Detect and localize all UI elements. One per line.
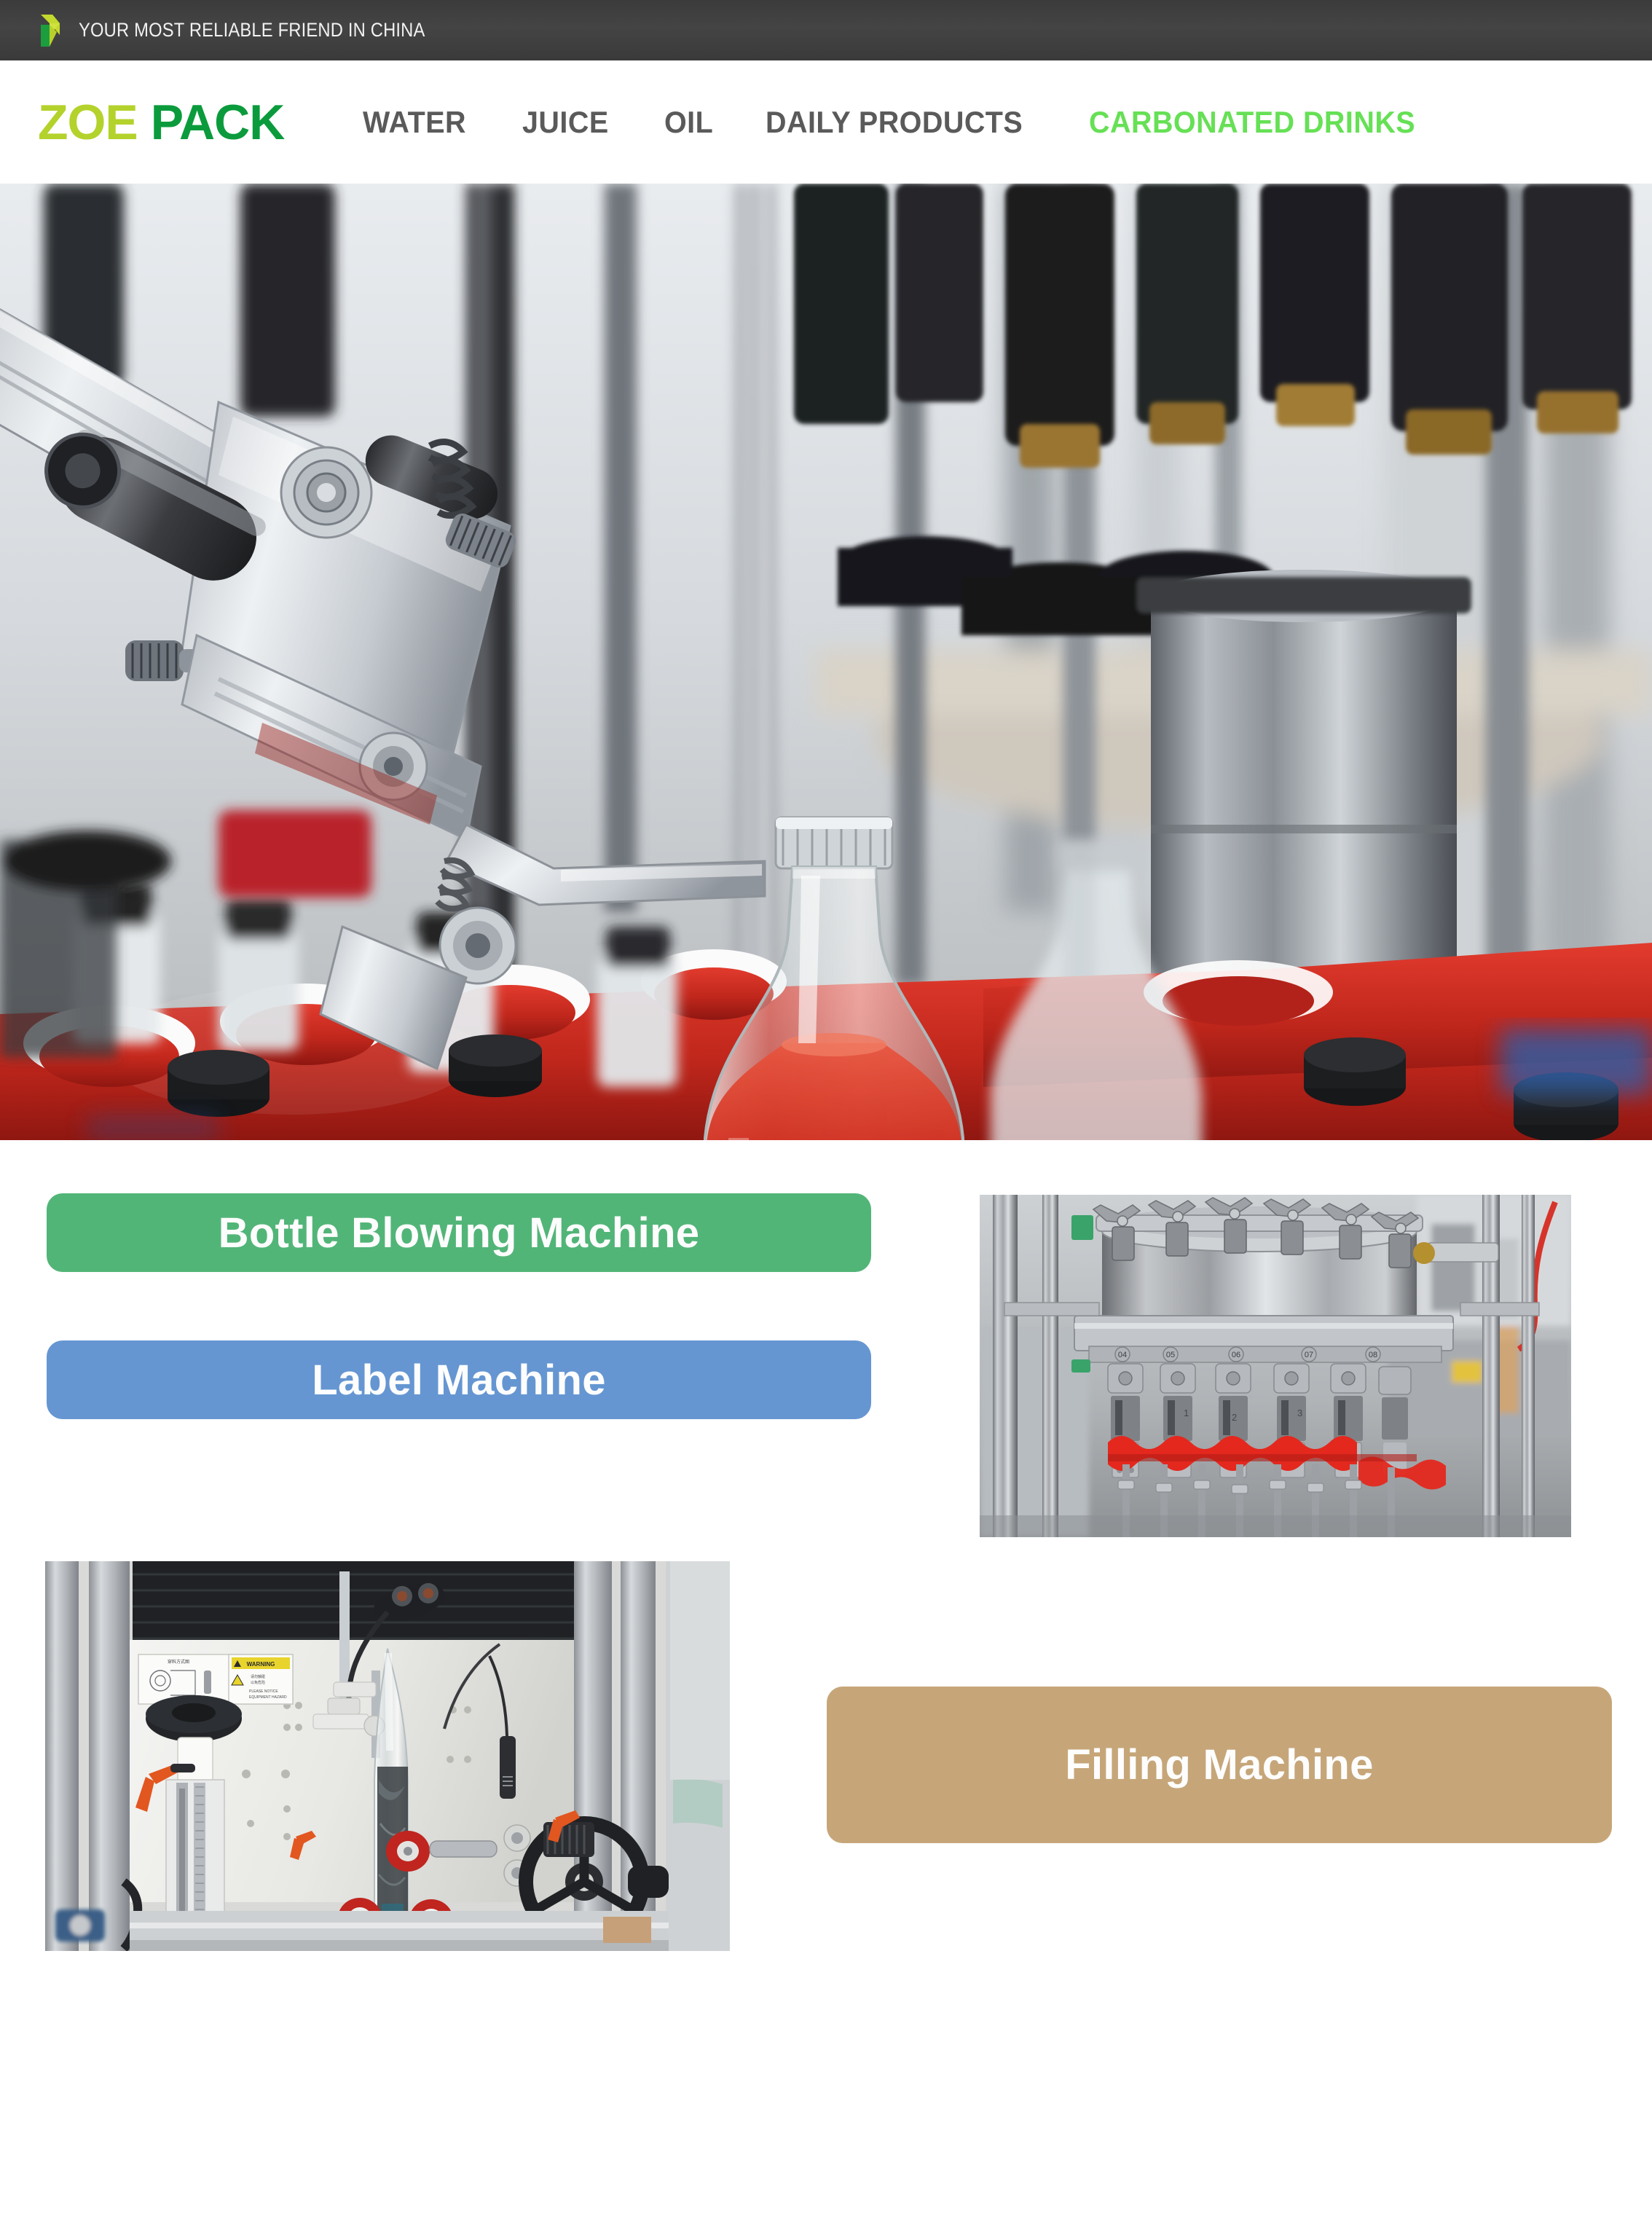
nav-item-juice[interactable]: JUICE [522,98,609,147]
nav-item-daily-products[interactable]: DAILY PRODUCTS [766,98,1023,147]
svg-text:08: 08 [1369,1351,1377,1359]
nav-menu: WATER JUICE OIL DAILY PRODUCTS CARBONATE… [363,98,1436,147]
svg-text:04: 04 [1118,1351,1127,1359]
brand-word-zoe: ZOE [38,94,138,150]
label-machine-photo[interactable]: 穿料方式图 WARNING 请勿触碰 以免危险 PLEASE NOTICE EQ… [45,1561,730,1951]
filling-machine-button[interactable]: Filling Machine [827,1687,1612,1843]
svg-text:2: 2 [1232,1412,1237,1423]
svg-text:07: 07 [1305,1351,1313,1359]
svg-text:EQUIPMENT HAZARD: EQUIPMENT HAZARD [249,1695,287,1700]
main-navigation-bar: ZOE PACK WATER JUICE OIL DAILY PRODUCTS … [0,60,1652,184]
svg-text:06: 06 [1232,1351,1240,1359]
svg-text:穿料方式图: 穿料方式图 [168,1659,189,1665]
bottle-blowing-machine-button[interactable]: Bottle Blowing Machine [47,1193,871,1272]
label-machine-button[interactable]: Label Machine [47,1340,871,1419]
svg-text:PLEASE NOTICE: PLEASE NOTICE [249,1689,278,1694]
svg-text:以免危险: 以免危险 [251,1680,265,1685]
brand-word-pack: PACK [150,94,286,150]
svg-text:05: 05 [1166,1351,1175,1359]
svg-text:请勿触碰: 请勿触碰 [251,1674,265,1679]
zoe-arrow-logo-icon [35,10,64,51]
products-section: Bottle Blowing Machine Label Machine Fil… [0,1140,1652,2230]
filling-machine-photo[interactable]: 04 05 06 07 08 1 2 3 [980,1195,1571,1537]
svg-text:3: 3 [1297,1408,1302,1418]
nav-item-water[interactable]: WATER [363,98,466,147]
svg-text:1: 1 [1184,1408,1189,1418]
top-bar: YOUR MOST RELIABLE FRIEND IN CHINA [0,0,1652,60]
nav-item-carbonated-drinks[interactable]: CARBONATED DRINKS [1089,98,1415,147]
nav-item-oil[interactable]: OIL [664,98,713,147]
site-logo-wordmark[interactable]: ZOE PACK [38,94,286,150]
svg-text:WARNING: WARNING [247,1661,275,1668]
tagline-text: YOUR MOST RELIABLE FRIEND IN CHINA [79,19,425,41]
hero-banner-image [0,184,1652,1140]
